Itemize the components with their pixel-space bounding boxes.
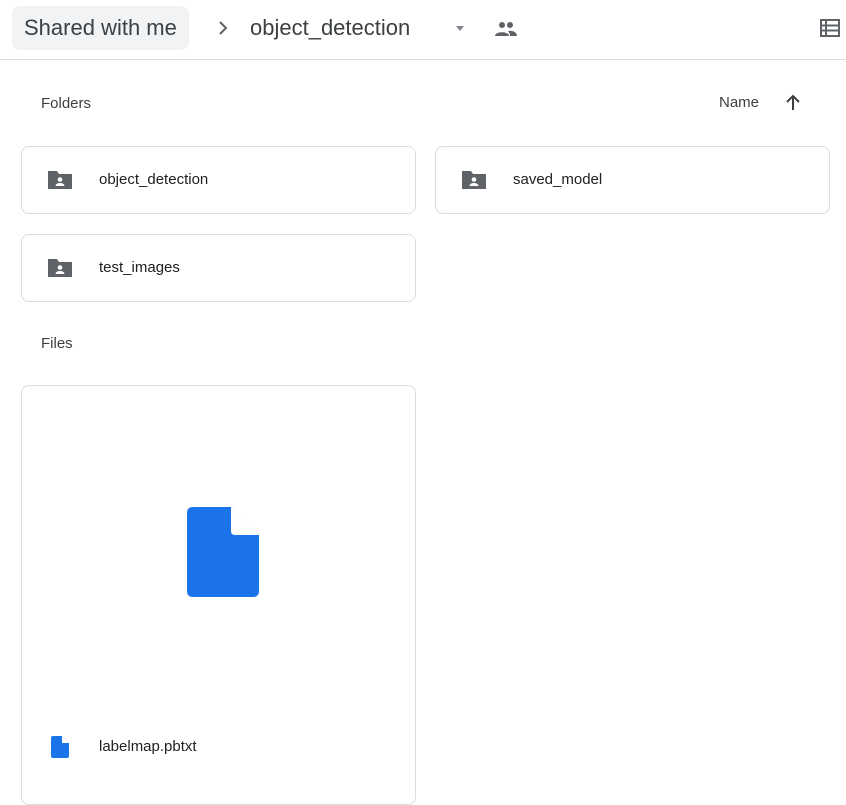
caret-down-icon[interactable] bbox=[454, 22, 466, 34]
folder-name: test_images bbox=[99, 259, 180, 276]
list-view-icon[interactable] bbox=[818, 16, 842, 40]
file-card-labelmap[interactable]: labelmap.pbtxt bbox=[21, 385, 416, 805]
folder-name: object_detection bbox=[99, 171, 209, 188]
sort-label: Name bbox=[719, 94, 760, 111]
folders-section-label: Folders bbox=[41, 95, 92, 112]
file-icon bbox=[187, 507, 259, 597]
files-section-label: Files bbox=[41, 335, 73, 352]
arrow-up-icon bbox=[786, 94, 800, 110]
file-name: labelmap.pbtxt bbox=[99, 738, 197, 755]
chevron-right-icon bbox=[219, 21, 228, 35]
folder-name: saved_model bbox=[513, 171, 603, 188]
shared-folder-icon bbox=[462, 171, 486, 189]
folder-card-saved-model[interactable]: saved_model bbox=[435, 146, 830, 214]
folder-card-object-detection[interactable]: object_detection bbox=[21, 146, 416, 214]
shared-folder-icon bbox=[48, 259, 72, 277]
file-icon bbox=[51, 736, 69, 758]
shared-folder-icon bbox=[48, 171, 72, 189]
breadcrumb-current-folder[interactable]: object_detection bbox=[250, 6, 410, 50]
folder-card-test-images[interactable]: test_images bbox=[21, 234, 416, 302]
people-icon bbox=[495, 22, 517, 36]
breadcrumb-shared-with-me[interactable]: Shared with me bbox=[12, 6, 189, 50]
breadcrumb-bar: Shared with me object_detection bbox=[0, 0, 846, 60]
